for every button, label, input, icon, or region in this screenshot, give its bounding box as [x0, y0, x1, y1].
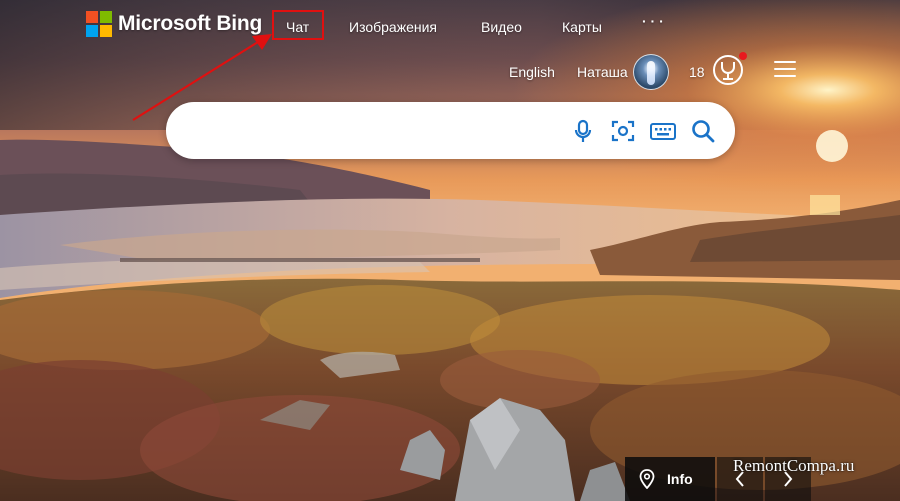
search-box [166, 102, 735, 159]
nav-video[interactable]: Видео [481, 18, 522, 36]
bing-logo[interactable]: Microsoft Bing [86, 11, 262, 37]
nav-maps[interactable]: Карты [562, 18, 602, 36]
microsoft-logo-icon [86, 11, 112, 37]
info-button[interactable]: Info [625, 457, 715, 501]
watermark-text: RemontCompa.ru [733, 456, 855, 475]
visual-search-icon[interactable] [608, 116, 638, 146]
search-input[interactable] [190, 118, 574, 146]
user-name[interactable]: Наташа [577, 64, 628, 80]
annotation-highlight-box [272, 10, 324, 40]
language-link[interactable]: English [509, 64, 555, 80]
search-icon[interactable] [688, 116, 718, 146]
background-landscape-image [0, 0, 900, 501]
notification-dot [739, 52, 747, 60]
rewards-points[interactable]: 18 [689, 64, 705, 80]
rewards-trophy-icon[interactable] [713, 52, 747, 85]
nav-more-icon[interactable]: · · · [642, 12, 664, 30]
menu-hamburger-icon[interactable] [774, 61, 796, 79]
microphone-icon[interactable] [568, 116, 598, 146]
brand-name: Microsoft Bing [118, 12, 263, 35]
location-pin-icon [639, 469, 655, 489]
keyboard-icon[interactable] [648, 116, 678, 146]
nav-images[interactable]: Изображения [349, 18, 437, 36]
info-label: Info [667, 471, 693, 487]
user-avatar[interactable] [633, 54, 669, 90]
